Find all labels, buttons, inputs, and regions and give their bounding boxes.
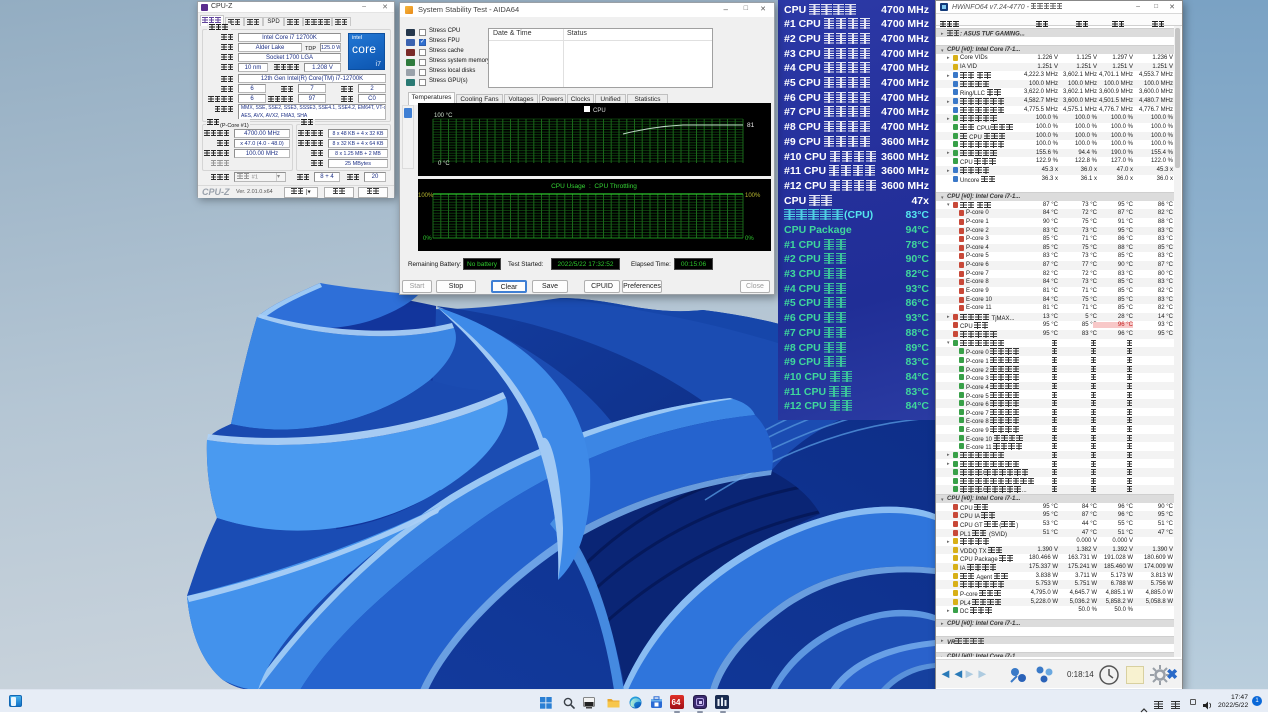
svg-text:0%: 0% [423, 236, 432, 242]
svg-text:CPU: CPU [593, 108, 606, 114]
svg-text:100 °C: 100 °C [434, 113, 453, 119]
svg-text:100%: 100% [745, 193, 761, 199]
svg-text:0%: 0% [745, 236, 754, 242]
svg-text:0 °C: 0 °C [438, 161, 450, 167]
svg-text:100%: 100% [418, 193, 434, 199]
svg-text:CPU Usage : CPU Throttling: CPU Usage : CPU Throttling [551, 183, 637, 190]
svg-text:81: 81 [747, 122, 755, 129]
